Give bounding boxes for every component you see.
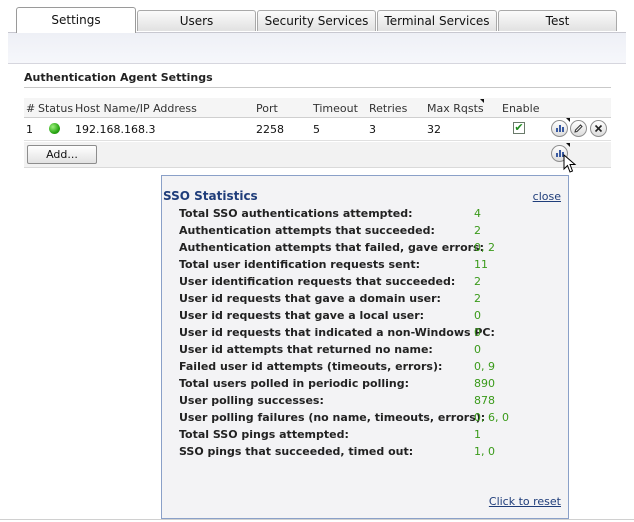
tab-settings[interactable]: Settings: [16, 7, 136, 33]
add-button[interactable]: Add...: [27, 145, 97, 164]
stat-row: Authentication attempts that failed, gav…: [179, 241, 559, 258]
pencil-icon: [574, 124, 583, 133]
section-divider: [24, 87, 611, 88]
table-footer: Add...: [24, 142, 611, 168]
statistics-button[interactable]: [551, 118, 570, 137]
table-header: # Status Host Name/IP Address Port Timeo…: [24, 98, 611, 118]
stat-row: User identification requests that succee…: [179, 275, 559, 292]
stat-row: User id attempts that returned no name: …: [179, 343, 559, 360]
row-timeout: 5: [313, 123, 320, 136]
stat-label: Authentication attempts that failed, gav…: [179, 241, 485, 254]
column-header-retries: Retries: [369, 102, 408, 115]
enable-checkbox[interactable]: ✔: [513, 122, 525, 134]
tab-bar: Settings Users Security Services Termina…: [0, 0, 634, 33]
stat-value: 878: [474, 394, 495, 407]
stat-row: Failed user id attempts (timeouts, error…: [179, 360, 559, 377]
stat-row: Total user identification requests sent:…: [179, 258, 559, 275]
tab-terminal-services[interactable]: Terminal Services: [377, 10, 497, 31]
stat-row: User id requests that gave a domain user…: [179, 292, 559, 309]
stat-row: User polling failures (no name, timeouts…: [179, 411, 559, 428]
stat-label: User identification requests that succee…: [179, 275, 456, 288]
stat-value: 0, 9: [474, 360, 495, 373]
column-header-enable: Enable: [502, 102, 540, 115]
stat-label: User id requests that gave a local user:: [179, 309, 425, 322]
stat-value: 11: [474, 258, 488, 271]
row-retries: 3: [369, 123, 376, 136]
reset-link[interactable]: Click to reset: [489, 495, 561, 508]
column-header-port: Port: [256, 102, 278, 115]
stat-label: SSO pings that succeeded, timed out:: [179, 445, 414, 458]
row-max-rqsts: 32: [427, 123, 441, 136]
row-host: 192.168.168.3: [75, 123, 156, 136]
stat-value: 0: [474, 309, 481, 322]
menu-corner-icon: [566, 143, 570, 147]
stat-label: Total SSO authentications attempted:: [179, 207, 413, 220]
stat-value: 2: [474, 224, 481, 237]
stat-row: Total SSO pings attempted: 1: [179, 428, 559, 445]
stat-value: 1: [474, 428, 481, 441]
stat-label: User id attempts that returned no name:: [179, 343, 433, 356]
stat-row: User id requests that gave a local user:…: [179, 309, 559, 326]
stat-row: Authentication attempts that succeeded: …: [179, 224, 559, 241]
tab-users[interactable]: Users: [137, 10, 256, 31]
stat-label: Total users polled in periodic polling:: [179, 377, 410, 390]
green-status-dot-icon: [49, 123, 60, 134]
stat-label: Total SSO pings attempted:: [179, 428, 349, 441]
row-port: 2258: [256, 123, 284, 136]
sort-indicator-icon: [480, 99, 484, 103]
stat-value: 0: [474, 326, 481, 339]
stat-row: Total SSO authentications attempted: 4: [179, 207, 559, 224]
mouse-cursor-icon: [563, 154, 577, 173]
column-header-number: #: [26, 102, 36, 115]
column-header-status: Status: [38, 102, 74, 115]
stat-value: 0, 6, 0: [474, 411, 509, 424]
row-number: 1: [26, 123, 33, 136]
stat-value: 1, 0: [474, 445, 495, 458]
stat-label: Authentication attempts that succeeded:: [179, 224, 435, 237]
sub-toolbar: [8, 32, 626, 64]
stat-label: User id requests that gave a domain user…: [179, 292, 441, 305]
table-row: 1 192.168.168.3 2258 5 3 32 ✔: [24, 118, 611, 141]
stat-label: Failed user id attempts (timeouts, error…: [179, 360, 443, 373]
column-header-timeout: Timeout: [313, 102, 358, 115]
menu-corner-icon: [566, 118, 570, 122]
x-delete-icon: [594, 124, 603, 133]
popup-title: SSO Statistics: [163, 189, 258, 203]
sso-statistics-popup: SSO Statistics close Total SSO authentic…: [161, 175, 569, 519]
stat-value: 890: [474, 377, 495, 390]
stat-value: 0, 2: [474, 241, 495, 254]
edit-button[interactable]: [570, 120, 587, 137]
stat-label: User id requests that indicated a non-Wi…: [179, 326, 495, 339]
stat-row: User polling successes: 878: [179, 394, 559, 411]
page-bottom-divider: [0, 519, 634, 520]
stat-value: 0: [474, 343, 481, 356]
stat-label: User polling successes:: [179, 394, 324, 407]
column-header-host: Host Name/IP Address: [75, 102, 197, 115]
stat-row: SSO pings that succeeded, timed out: 1, …: [179, 445, 559, 462]
stat-label: User polling failures (no name, timeouts…: [179, 411, 486, 424]
stat-row: Total users polled in periodic polling: …: [179, 377, 559, 394]
stat-value: 2: [474, 292, 481, 305]
bar-chart-icon: [556, 125, 564, 132]
stat-label: Total user identification requests sent:: [179, 258, 421, 271]
stat-value: 2: [474, 275, 481, 288]
stat-row: User id requests that indicated a non-Wi…: [179, 326, 559, 343]
tab-test[interactable]: Test: [498, 10, 617, 31]
delete-button[interactable]: [590, 120, 607, 137]
column-header-max-rqsts[interactable]: Max Rqsts: [427, 102, 484, 115]
stat-value: 4: [474, 207, 481, 220]
section-title: Authentication Agent Settings: [24, 71, 213, 84]
tab-security-services[interactable]: Security Services: [257, 10, 376, 31]
close-link[interactable]: close: [533, 190, 561, 203]
